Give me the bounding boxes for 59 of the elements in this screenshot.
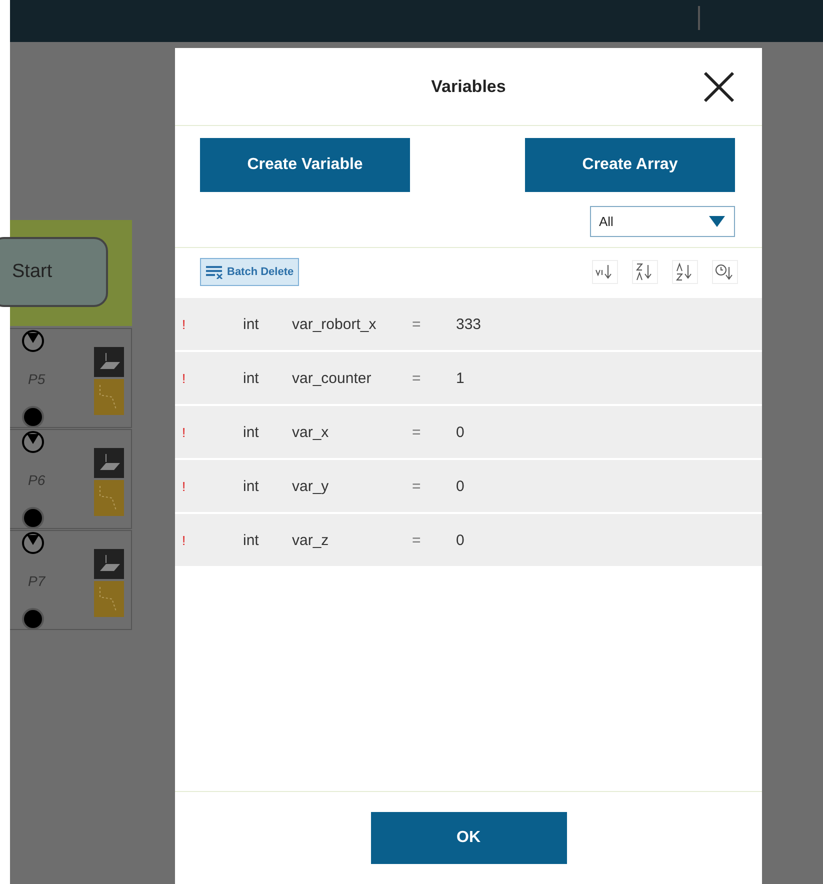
variable-value: 0 xyxy=(456,478,464,494)
variable-name: var_y xyxy=(292,478,330,494)
equals-sign: = xyxy=(412,370,422,386)
sort-by-time-icon[interactable] xyxy=(712,260,738,284)
variable-row[interactable]: ! int var_x = 0 xyxy=(175,406,762,458)
variable-type: int xyxy=(243,532,260,548)
warning-mark: ! xyxy=(181,316,187,332)
warning-mark: ! xyxy=(181,532,187,548)
variable-name: var_robort_x xyxy=(292,316,378,332)
dropdown-arrow-icon xyxy=(708,216,726,228)
filter-dropdown[interactable]: All xyxy=(590,206,735,237)
create-variable-button[interactable]: Create Variable xyxy=(200,138,410,192)
block-label: P7 xyxy=(28,573,46,589)
variable-value: 1 xyxy=(456,370,464,386)
variable-value: 333 xyxy=(456,316,482,332)
equals-sign: = xyxy=(412,316,422,332)
connector-in-icon xyxy=(21,531,45,555)
connector-out-icon xyxy=(21,607,45,631)
sort-descending-icon[interactable] xyxy=(632,260,658,284)
variable-value: 0 xyxy=(456,532,464,548)
move-icon xyxy=(94,448,124,478)
variable-name: var_z xyxy=(292,532,330,548)
block-label: P6 xyxy=(28,472,46,488)
start-node[interactable]: Start xyxy=(0,237,108,307)
path-icon xyxy=(94,581,124,617)
batch-delete-button[interactable]: Batch Delete xyxy=(200,258,299,286)
variable-row[interactable]: ! int var_z = 0 xyxy=(175,514,762,566)
move-icon xyxy=(94,347,124,377)
sort-by-var-icon[interactable] xyxy=(592,260,618,284)
variable-type: int xyxy=(243,316,260,332)
close-icon[interactable] xyxy=(702,70,736,104)
variable-row[interactable]: ! int var_counter = 1 xyxy=(175,352,762,404)
connector-out-icon xyxy=(21,405,45,429)
move-icon xyxy=(94,549,124,579)
variable-row[interactable]: ! int var_y = 0 xyxy=(175,460,762,512)
equals-sign: = xyxy=(412,532,422,548)
list-delete-icon xyxy=(205,265,225,279)
warning-mark: ! xyxy=(181,424,187,440)
connector-in-icon xyxy=(21,329,45,353)
ok-button[interactable]: OK xyxy=(370,812,566,864)
warning-mark: ! xyxy=(181,370,187,386)
variable-type: int xyxy=(243,478,260,494)
warning-mark: ! xyxy=(181,478,187,494)
variable-value: 0 xyxy=(456,424,464,440)
path-icon xyxy=(94,379,124,415)
variable-type: int xyxy=(243,424,260,440)
variable-type: int xyxy=(243,370,260,386)
path-icon xyxy=(94,480,124,516)
connector-in-icon xyxy=(21,430,45,454)
block-label: P5 xyxy=(28,371,46,387)
variable-name: var_x xyxy=(292,424,330,440)
create-array-button[interactable]: Create Array xyxy=(525,138,735,192)
connector-out-icon xyxy=(21,506,45,530)
variable-name: var_counter xyxy=(292,370,372,386)
variable-row[interactable]: ! int var_robort_x = 333 xyxy=(175,298,762,350)
equals-sign: = xyxy=(412,424,422,440)
dialog-title: Variables xyxy=(431,76,506,96)
sort-ascending-icon[interactable] xyxy=(672,260,698,284)
equals-sign: = xyxy=(412,478,422,494)
